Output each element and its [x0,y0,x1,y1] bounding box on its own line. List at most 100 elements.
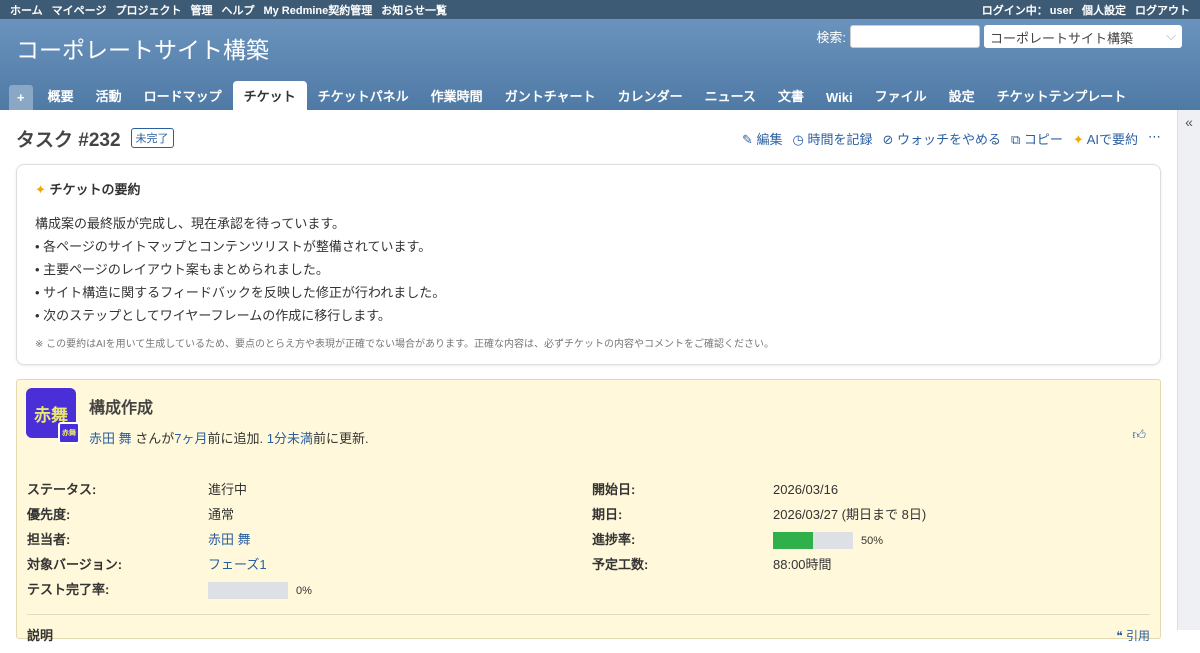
menu-admin[interactable]: 管理 [190,5,212,17]
login-label: ログイン中： [982,5,1048,17]
progress-percent: 50% [861,535,883,547]
edit-button[interactable]: ✎ 編集 [742,129,783,148]
copy-icon: ⧉ [1011,132,1024,147]
project-jump-select[interactable]: コーポレートサイト構築 ⌵ [984,25,1182,48]
added-post-text: 前に追加. [207,431,266,446]
menu-mypage[interactable]: マイページ [52,5,107,17]
project-select-value: コーポレートサイト構築 [990,28,1133,45]
ai-summary-button[interactable]: ✦ AIで要約 [1073,129,1138,148]
progress-fill [773,532,813,549]
user-link[interactable]: user [1050,5,1073,17]
edit-label: 編集 [756,132,782,147]
unwatch-label: ウォッチをやめる [897,132,1001,147]
test-progress-bar [208,582,288,599]
collapse-icon: « [1185,114,1193,130]
updated-post-text: 前に更新. [313,431,369,446]
summary-heading: チケットの要約 [50,182,141,197]
issue-actions: ✎ 編集 ◷ 時間を記録 ⊘ ウォッチをやめる ⧉ コピー ✦ AIで要約 ⋯ [742,129,1161,148]
assignee-link[interactable]: 赤田 舞 [208,532,251,547]
avatar: 赤舞赤舞 [26,388,76,438]
top-menu: ホームマイページプロジェクト管理ヘルプMy Redmine契約管理お知らせ一覧 … [0,0,1200,19]
tab-settings[interactable]: 設定 [938,81,986,110]
summary-line: • サイト構造に関するフィードバックを反映した修正が行われました。 [35,281,1142,304]
search-input[interactable] [850,25,980,48]
issue-details: 赤舞赤舞 構成作成 赤田 舞 さんが7ヶ月前に追加. 1分未満前に更新. 👍︎ … [16,379,1161,639]
issue-attributes: ステータス:進行中 開始日:2026/03/16 優先度:通常 期日:2026/… [27,477,1150,602]
tab-files[interactable]: ファイル [864,81,938,110]
summary-disclaimer: ※ この要約はAIを用いて生成しているため、要点のとらえ方や表現が正確でない場合… [35,335,1142,350]
due-date-label: 期日: [592,502,773,527]
project-title: コーポレートサイト構築 [16,31,269,65]
version-label: 対象バージョン: [27,552,208,577]
tab-time-entries[interactable]: 作業時間 [420,81,494,110]
content: タスク #232 未完了 ✎ 編集 ◷ 時間を記録 ⊘ ウォッチをやめる ⧉ コ… [0,110,1177,653]
search-area: 検索: コーポレートサイト構築 ⌵ [816,25,1182,48]
unwatch-button[interactable]: ⊘ ウォッチをやめる [882,129,1001,148]
log-time-button[interactable]: ◷ 時間を記録 [792,129,872,148]
start-date-value: 2026/03/16 [773,477,1150,502]
version-link[interactable]: フェーズ1 [208,557,267,572]
due-date-value: 2026/03/27 (期日まで 8日) [773,502,1150,527]
tab-issues[interactable]: チケット [233,81,307,110]
ai-summary-panel: ✦ チケットの要約 構成案の最終版が完成し、現在承認を待っています。 • 各ペー… [16,164,1161,365]
progress-bar [773,532,853,549]
my-account-link[interactable]: 個人設定 [1082,5,1126,17]
header: コーポレートサイト構築 検索: コーポレートサイト構築 ⌵ + 概要 活動 ロード… [0,19,1200,110]
chevron-down-icon: ⌵ [1166,28,1176,45]
pencil-icon: ✎ [742,132,757,147]
clock-icon: ◷ [792,132,807,147]
summary-line: • 次のステップとしてワイヤーフレームの作成に移行します。 [35,304,1142,327]
tab-documents[interactable]: 文書 [767,81,815,110]
menu-projects[interactable]: プロジェクト [115,5,181,17]
issue-author-line: 赤田 舞 さんが7ヶ月前に追加. 1分未満前に更新. [89,428,1150,447]
tab-issue-panel[interactable]: チケットパネル [307,81,420,110]
tab-gantt[interactable]: ガントチャート [494,81,607,110]
status-label: ステータス: [27,477,208,502]
tab-overview[interactable]: 概要 [37,81,85,110]
tab-calendar[interactable]: カレンダー [607,81,694,110]
estimate-label: 予定工数: [592,552,773,577]
ai-summary-label: AIで要約 [1087,132,1138,147]
tab-roadmap[interactable]: ロードマップ [133,81,233,110]
assignee-label: 担当者: [27,527,208,552]
divider [27,614,1150,615]
copy-label: コピー [1024,132,1063,147]
quote-label: 引用 [1126,629,1150,643]
description-heading: 説明 [27,625,1150,644]
summary-line: 構成案の最終版が完成し、現在承認を待っています。 [35,212,1142,235]
updated-ago-link[interactable]: 1分未満 [267,431,313,446]
priority-label: 優先度: [27,502,208,527]
avatar-small: 赤舞 [58,422,80,444]
main-tabs: + 概要 活動 ロードマップ チケット チケットパネル 作業時間 ガントチャート… [9,81,1137,110]
estimate-value: 88:00時間 [773,552,1150,577]
eye-off-icon: ⊘ [882,132,897,147]
tab-issue-templates[interactable]: チケットテンプレート [986,81,1138,110]
progress-label: 進捗率: [592,527,773,552]
author-link[interactable]: 赤田 舞 [89,431,132,446]
thumbs-up-icon[interactable]: 👍︎ [1132,427,1146,443]
more-icon[interactable]: ⋯ [1148,129,1161,148]
priority-value: 通常 [208,502,592,527]
status-value: 進行中 [208,477,592,502]
menu-help[interactable]: ヘルプ [221,5,254,17]
tab-activity[interactable]: 活動 [85,81,133,110]
logout-link[interactable]: ログアウト [1135,5,1190,17]
summary-line: • 主要ページのレイアウト案もまとめられました。 [35,258,1142,281]
menu-contracts[interactable]: My Redmine契約管理 [263,5,372,17]
sidebar-toggle[interactable]: « [1177,110,1200,630]
search-label: 検索: [816,27,846,46]
menu-home[interactable]: ホーム [10,5,43,17]
status-badge: 未完了 [131,128,174,148]
tab-new[interactable]: + [9,85,33,110]
start-date-label: 開始日: [592,477,773,502]
tab-news[interactable]: ニュース [694,81,767,110]
added-text: さんが [132,431,175,446]
copy-button[interactable]: ⧉ コピー [1011,129,1063,148]
added-ago-link[interactable]: 7ヶ月 [174,431,207,446]
sparkle-icon: ✦ [1073,132,1087,147]
menu-news-list[interactable]: お知らせ一覧 [381,5,447,17]
test-progress-percent: 0% [296,585,312,597]
test-progress-label: テスト完了率: [27,577,208,602]
tab-wiki[interactable]: Wiki [815,85,864,110]
issue-title: タスク #232 [16,125,121,152]
